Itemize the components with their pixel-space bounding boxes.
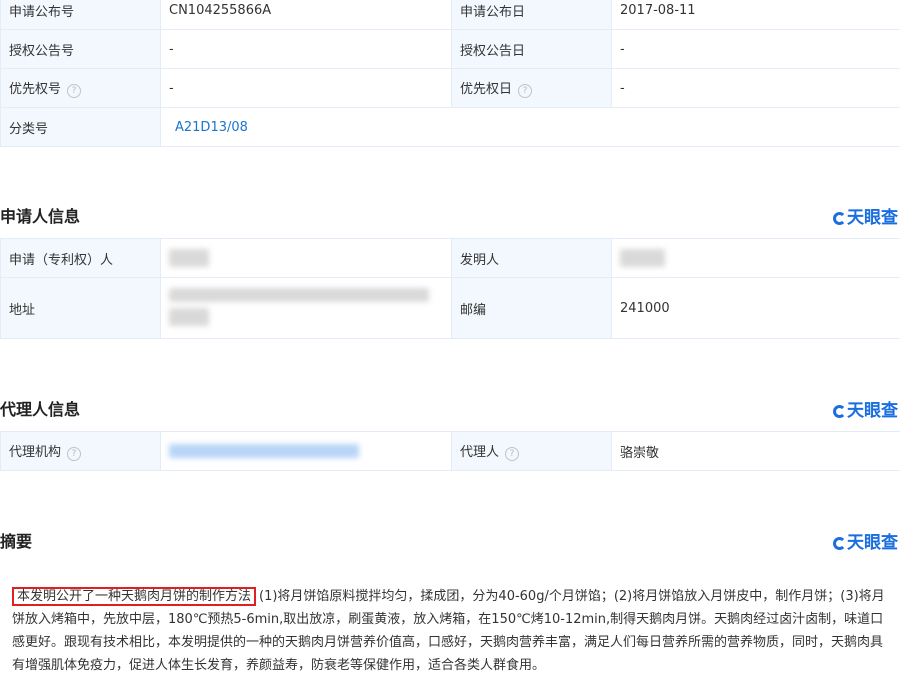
agent-label: 代理人 [460,445,500,460]
pub-number-label: 申请公布号 [0,0,161,30]
pub-number-value: CN104255866A [160,0,452,30]
priority-date-value: - [611,68,900,108]
tianyancha-logo-icon [833,212,846,225]
tianyancha-logo: 天眼查 [833,203,898,228]
pub-date-value: 2017-08-11 [611,0,900,30]
help-icon[interactable]: ? [518,84,533,98]
patent-info-table: 申请公布号 CN104255866A 申请公布日 2017-08-11 授权公告… [0,0,900,147]
agent-value: 骆崇敬 [611,431,900,471]
inventor-value-redacted [611,238,900,278]
redacted-blur [620,248,665,267]
address-value-redacted [160,277,452,339]
address-label: 地址 [0,277,161,339]
table-row: 代理机构? 代理人? 骆崇敬 [0,431,900,471]
agency-label: 代理机构 [9,445,62,460]
inventor-label: 发明人 [451,238,612,278]
table-row: 授权公告号 - 授权公告日 - [0,29,900,69]
priority-number-cell: 优先权号? [0,68,161,108]
grant-number-value: - [160,29,452,69]
agent-cell: 代理人? [451,431,612,471]
table-row: 优先权号? - 优先权日? - [0,68,900,108]
zip-label: 邮编 [451,277,612,339]
classification-link[interactable]: A21D13/08 [175,120,248,135]
tianyancha-logo: 天眼查 [833,528,898,553]
abstract-text: 本发明公开了一种天鹅肉月饼的制作方法 (1)将月饼馅原料搅拌均匀，揉成团，分为40… [12,585,890,677]
redacted-blur [169,444,359,458]
priority-number-value: - [160,68,452,108]
agency-cell: 代理机构? [0,431,161,471]
help-icon[interactable]: ? [67,447,82,461]
help-icon[interactable]: ? [67,84,82,98]
agency-value-redacted [160,431,452,471]
redacted-blur [169,248,209,267]
brand-text: 天眼查 [847,401,898,421]
abstract-section-title: 摘要 [0,532,33,551]
priority-number-label: 优先权号 [9,82,62,97]
brand-text: 天眼查 [847,208,898,228]
applicant-table: 申请（专利权）人 发明人 地址 邮编 241000 [0,238,900,339]
applicant-value-redacted [160,238,452,278]
brand-text: 天眼查 [847,533,898,553]
classification-cell: A21D13/08 [160,107,900,147]
applicant-label: 申请（专利权）人 [0,238,161,278]
abstract-highlight: 本发明公开了一种天鹅肉月饼的制作方法 [12,587,257,606]
agent-section-title: 代理人信息 [0,400,81,419]
table-row: 分类号 A21D13/08 [0,107,900,147]
grant-date-label: 授权公告日 [451,29,612,69]
tianyancha-logo-icon [833,405,846,418]
tianyancha-logo: 天眼查 [833,396,898,421]
help-icon[interactable]: ? [505,447,520,461]
redacted-blur [169,288,429,302]
agent-table: 代理机构? 代理人? 骆崇敬 [0,431,900,471]
tianyancha-logo-icon [833,537,846,550]
priority-date-cell: 优先权日? [451,68,612,108]
pub-date-label: 申请公布日 [451,0,612,30]
table-row: 申请（专利权）人 发明人 [0,238,900,278]
classification-label: 分类号 [0,107,161,147]
table-row: 地址 邮编 241000 [0,277,900,339]
grant-date-value: - [611,29,900,69]
priority-date-label: 优先权日 [460,82,513,97]
applicant-section-title: 申请人信息 [0,207,81,226]
zip-value: 241000 [611,277,900,339]
grant-number-label: 授权公告号 [0,29,161,69]
table-row: 申请公布号 CN104255866A 申请公布日 2017-08-11 [0,0,900,30]
redacted-blur [169,308,209,326]
